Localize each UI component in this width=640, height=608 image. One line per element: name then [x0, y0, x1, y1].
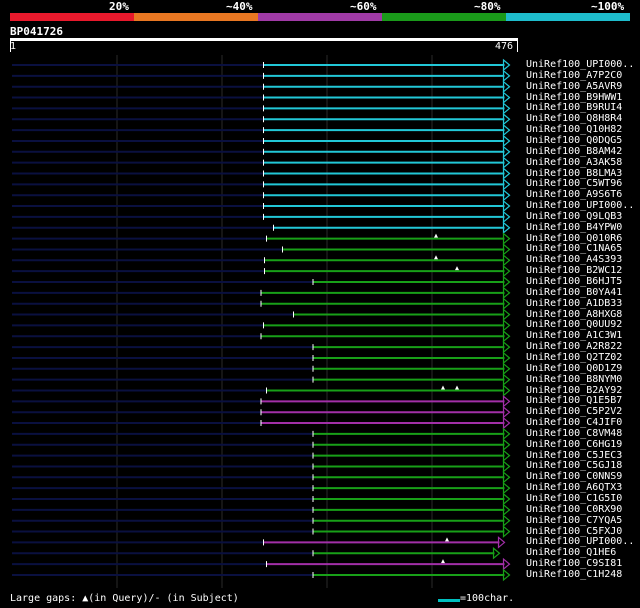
query-gap-marker [434, 255, 438, 260]
hit-label[interactable]: UniRef100_UPI000.. [526, 200, 634, 211]
hit-label[interactable]: UniRef100_Q1HE6 [526, 547, 616, 558]
hit-label[interactable]: UniRef100_B8AM42 [526, 146, 622, 157]
hit-label[interactable]: UniRef100_Q8H8R4 [526, 113, 622, 124]
hit-label[interactable]: UniRef100_A8HXG8 [526, 309, 622, 320]
hit-label[interactable]: UniRef100_C0RX90 [526, 504, 622, 515]
hit-label[interactable]: UniRef100_A9S6T6 [526, 189, 622, 200]
hit-label[interactable]: UniRef100_B8NYM0 [526, 374, 622, 385]
query-gap-marker [441, 385, 445, 390]
hit-label[interactable]: UniRef100_A5AVR9 [526, 81, 622, 92]
hit-label[interactable]: UniRef100_UPI000.. [526, 59, 634, 70]
hit-label[interactable]: UniRef100_C4JIF0 [526, 417, 622, 428]
hit-label[interactable]: UniRef100_A4S393 [526, 254, 622, 265]
hit-label[interactable]: UniRef100_Q0UU92 [526, 319, 622, 330]
hit-label[interactable]: UniRef100_B4YPW0 [526, 222, 622, 233]
hit-label[interactable]: UniRef100_B6HJT5 [526, 276, 622, 287]
hit-label[interactable]: UniRef100_C6HG19 [526, 439, 622, 450]
hit-label[interactable]: UniRef100_C1H248 [526, 569, 622, 580]
hit-label[interactable]: UniRef100_B9HWW1 [526, 92, 622, 103]
hit-label[interactable]: UniRef100_A7P2C0 [526, 70, 622, 81]
hit-label[interactable]: UniRef100_B2WC12 [526, 265, 622, 276]
hit-label[interactable]: UniRef100_C5FXJ0 [526, 526, 622, 537]
query-gap-marker [455, 266, 459, 271]
query-gap-marker [441, 559, 445, 564]
hit-label[interactable]: UniRef100_C5WT96 [526, 178, 622, 189]
query-gap-marker [455, 385, 459, 390]
hit-label[interactable]: UniRef100_Q0DQG5 [526, 135, 622, 146]
hit-label[interactable]: UniRef100_A2R822 [526, 341, 622, 352]
hit-label[interactable]: UniRef100_C5P2V2 [526, 406, 622, 417]
hit-label[interactable]: UniRef100_A3AK58 [526, 157, 622, 168]
hit-label[interactable]: UniRef100_C1G5I0 [526, 493, 622, 504]
query-gap-marker [434, 233, 438, 238]
hit-label[interactable]: UniRef100_A1DB33 [526, 298, 622, 309]
hit-label[interactable]: UniRef100_Q10H82 [526, 124, 622, 135]
hit-label[interactable]: UniRef100_A1C3W1 [526, 330, 622, 341]
hit-label[interactable]: UniRef100_UPI000.. [526, 536, 634, 547]
hit-label[interactable]: UniRef100_C7YQA5 [526, 515, 622, 526]
hit-label[interactable]: UniRef100_B0YA41 [526, 287, 622, 298]
hit-label[interactable]: UniRef100_Q1E5B7 [526, 395, 622, 406]
hit-label[interactable]: UniRef100_Q9LQB3 [526, 211, 622, 222]
hit-label[interactable]: UniRef100_Q010R6 [526, 233, 622, 244]
large-gaps-legend: Large gaps: ▲(in Query)/- (in Subject) [10, 593, 239, 604]
hit-label[interactable]: UniRef100_C9SI81 [526, 558, 622, 569]
hit-label[interactable]: UniRef100_B9RUI4 [526, 102, 622, 113]
hit-label[interactable]: UniRef100_C0NNS9 [526, 471, 622, 482]
scale-bar [438, 599, 460, 602]
hit-label[interactable]: UniRef100_Q0D1Z9 [526, 363, 622, 374]
hit-label[interactable]: UniRef100_B2AY92 [526, 385, 622, 396]
hit-label[interactable]: UniRef100_C1NA65 [526, 243, 622, 254]
hit-label[interactable]: UniRef100_C8VM48 [526, 428, 622, 439]
hit-label[interactable]: UniRef100_B8LMA3 [526, 168, 622, 179]
scale-label: =100char. [460, 593, 515, 604]
hit-label[interactable]: UniRef100_Q2TZ02 [526, 352, 622, 363]
query-gap-marker [445, 537, 449, 542]
hit-label[interactable]: UniRef100_A6QTX3 [526, 482, 622, 493]
hit-label[interactable]: UniRef100_C5JEC3 [526, 450, 622, 461]
hit-label[interactable]: UniRef100_C5GJ18 [526, 460, 622, 471]
